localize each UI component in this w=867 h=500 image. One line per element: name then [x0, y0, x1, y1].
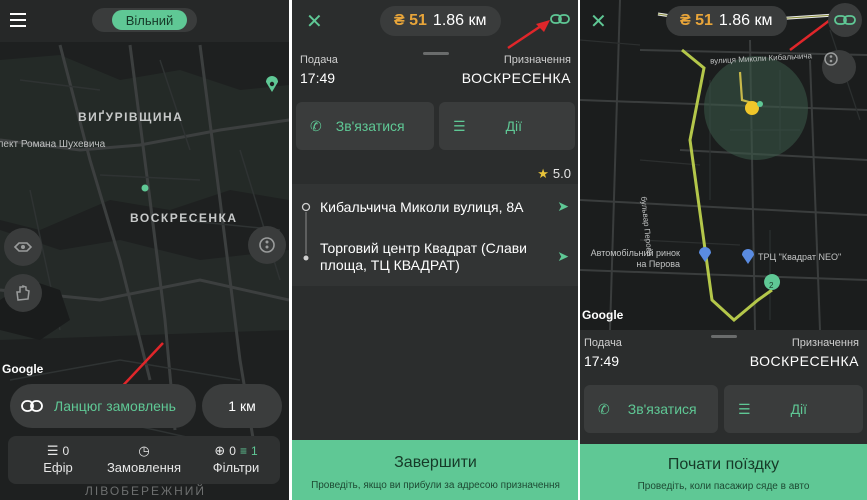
target-icon: ⊕ [214, 443, 226, 458]
contact-button-label: Зв'язатися [335, 118, 405, 134]
tab-count: 0 [229, 444, 236, 458]
order-chain-button[interactable]: Ланцюг замовлень [10, 384, 196, 428]
driver-home-screen: ВИҐУРІВЩИНА пект Романа Шухевича ВОСКРЕС… [0, 0, 289, 500]
pickup-label: Подача [300, 54, 338, 66]
tab-orders[interactable]: ◷ Замовлення [104, 442, 184, 475]
google-logo: Google [2, 362, 44, 376]
navigate-icon[interactable]: ➤ [557, 198, 569, 215]
phone-icon: ✆ [598, 400, 610, 417]
stop-pickup: Кибальчича Миколи вулиця, 8А [320, 199, 524, 215]
actions-button-label: Дії [790, 401, 808, 417]
filter-icon: ≡ [239, 444, 247, 458]
list-icon: ☰ [738, 400, 751, 417]
actions-button-label: Дії [505, 118, 523, 134]
link-icon[interactable] [828, 3, 862, 37]
contact-button-label: Зв'язатися [627, 401, 697, 417]
tab-broadcast[interactable]: ☰ 0 Ефір [30, 442, 86, 475]
order-chain-label: Ланцюг замовлень [54, 398, 176, 414]
list-icon: ☰ [46, 443, 59, 458]
start-label: Почати поїздку [667, 456, 780, 473]
start-trip-slider[interactable]: Почати поїздку Проведіть, коли пасажир с… [580, 444, 867, 500]
status-toggle[interactable]: Вільний [92, 8, 197, 32]
map-label-poi: Автомобільний ринок на Перова [590, 248, 680, 269]
passenger-rating: ★ 5.0 [537, 166, 571, 182]
destination-name: ВОСКРЕСЕНКА [461, 70, 571, 86]
finish-slider[interactable]: Завершити Проведіть, якщо ви прибули за … [292, 440, 579, 500]
sheet-handle[interactable] [422, 52, 449, 55]
trip-distance: 1.86 км [432, 12, 487, 29]
map-view[interactable]: 2 вулиця Миколи Кибальчича бульвар Перов… [580, 0, 867, 330]
fare-price: ₴ 51 [680, 12, 713, 29]
trip-distance: 1.86 км [718, 12, 773, 29]
destination-name: ВОСКРЕСЕНКА [749, 353, 859, 369]
fare-price: ₴ 51 [394, 12, 427, 29]
finish-label: Завершити [394, 454, 477, 471]
tab-count: 1 [250, 444, 258, 458]
star-icon: ★ [537, 166, 549, 181]
status-toggle-label: Вільний [112, 10, 187, 30]
rating-value: 5.0 [552, 166, 571, 181]
fare-pill: ₴ 51 1.86 км [380, 6, 501, 36]
phone-icon: ✆ [310, 117, 322, 134]
link-icon [18, 392, 46, 420]
navigate-icon[interactable]: ➤ [557, 248, 569, 265]
route-stops: Кибальчича Миколи вулиця, 8А Торговий це… [292, 184, 579, 286]
hand-icon[interactable] [4, 274, 42, 312]
fuel-icon[interactable] [4, 228, 42, 266]
menu-icon[interactable] [10, 13, 26, 27]
order-header: ✕ ₴ 51 1.86 км [580, 0, 867, 44]
traffic-light-icon[interactable] [822, 50, 856, 84]
destination-label: Призначення [791, 337, 859, 349]
map-label-district: ЛІВОБЕРЕЖНИЙ [85, 484, 207, 498]
actions-button[interactable]: ☰ Дії [439, 102, 575, 150]
pickup-time: 17:49 [300, 70, 336, 86]
close-icon[interactable]: ✕ [306, 12, 323, 32]
order-detail-screen: ✕ ₴ 51 1.86 км Подача Призначення 17:49 … [292, 0, 579, 500]
tab-label: Фільтри [212, 460, 260, 475]
map-label-district: ВОСКРЕСЕНКА [130, 211, 238, 225]
order-header: ✕ ₴ 51 1.86 км [292, 0, 579, 50]
start-hint: Проведіть, коли пасажир сяде в авто [637, 481, 810, 492]
contact-button[interactable]: ✆ Зв'язатися [296, 102, 434, 150]
map-marker-label: 2 [769, 281, 774, 290]
map-label-poi: ТРЦ "Квадрат NEO" [758, 252, 842, 262]
pickup-screen: 2 вулиця Миколи Кибальчича бульвар Перов… [580, 0, 867, 500]
fare-pill: ₴ 51 1.86 км [666, 6, 787, 36]
finish-hint: Проведіть, якщо ви прибули за адресою пр… [311, 480, 560, 491]
stop-destination: Торговий центр Квадрат (Слави площа, ТЦ … [320, 240, 527, 273]
distance-button[interactable]: 1 км [202, 384, 282, 428]
sheet-handle[interactable] [710, 335, 737, 338]
google-logo: Google [582, 308, 624, 322]
screenshot-collage: ВИҐУРІВЩИНА пект Романа Шухевича ВОСКРЕС… [0, 0, 867, 500]
tab-label: Ефір [43, 460, 73, 475]
pickup-time: 17:49 [584, 353, 620, 369]
clock-icon: ◷ [138, 443, 150, 458]
destination-label: Призначення [503, 54, 571, 66]
map-label-district: ВИҐУРІВЩИНА [78, 110, 184, 124]
actions-button[interactable]: ☰ Дії [724, 385, 863, 433]
traffic-light-icon[interactable] [248, 226, 286, 264]
tab-count: 0 [62, 444, 70, 458]
list-icon: ☰ [453, 117, 466, 134]
bottom-nav: ☰ 0 Ефір ◷ Замовлення ⊕ 0 ≡ 1 Фільтри [8, 436, 280, 484]
top-bar: Вільний [0, 0, 289, 42]
contact-button[interactable]: ✆ Зв'язатися [584, 385, 718, 433]
tab-filters[interactable]: ⊕ 0 ≡ 1 Фільтри [198, 442, 274, 475]
pickup-label: Подача [584, 337, 622, 349]
map-label-street: пект Романа Шухевича [0, 139, 106, 150]
close-icon[interactable]: ✕ [590, 12, 607, 32]
tab-label: Замовлення [106, 460, 182, 475]
